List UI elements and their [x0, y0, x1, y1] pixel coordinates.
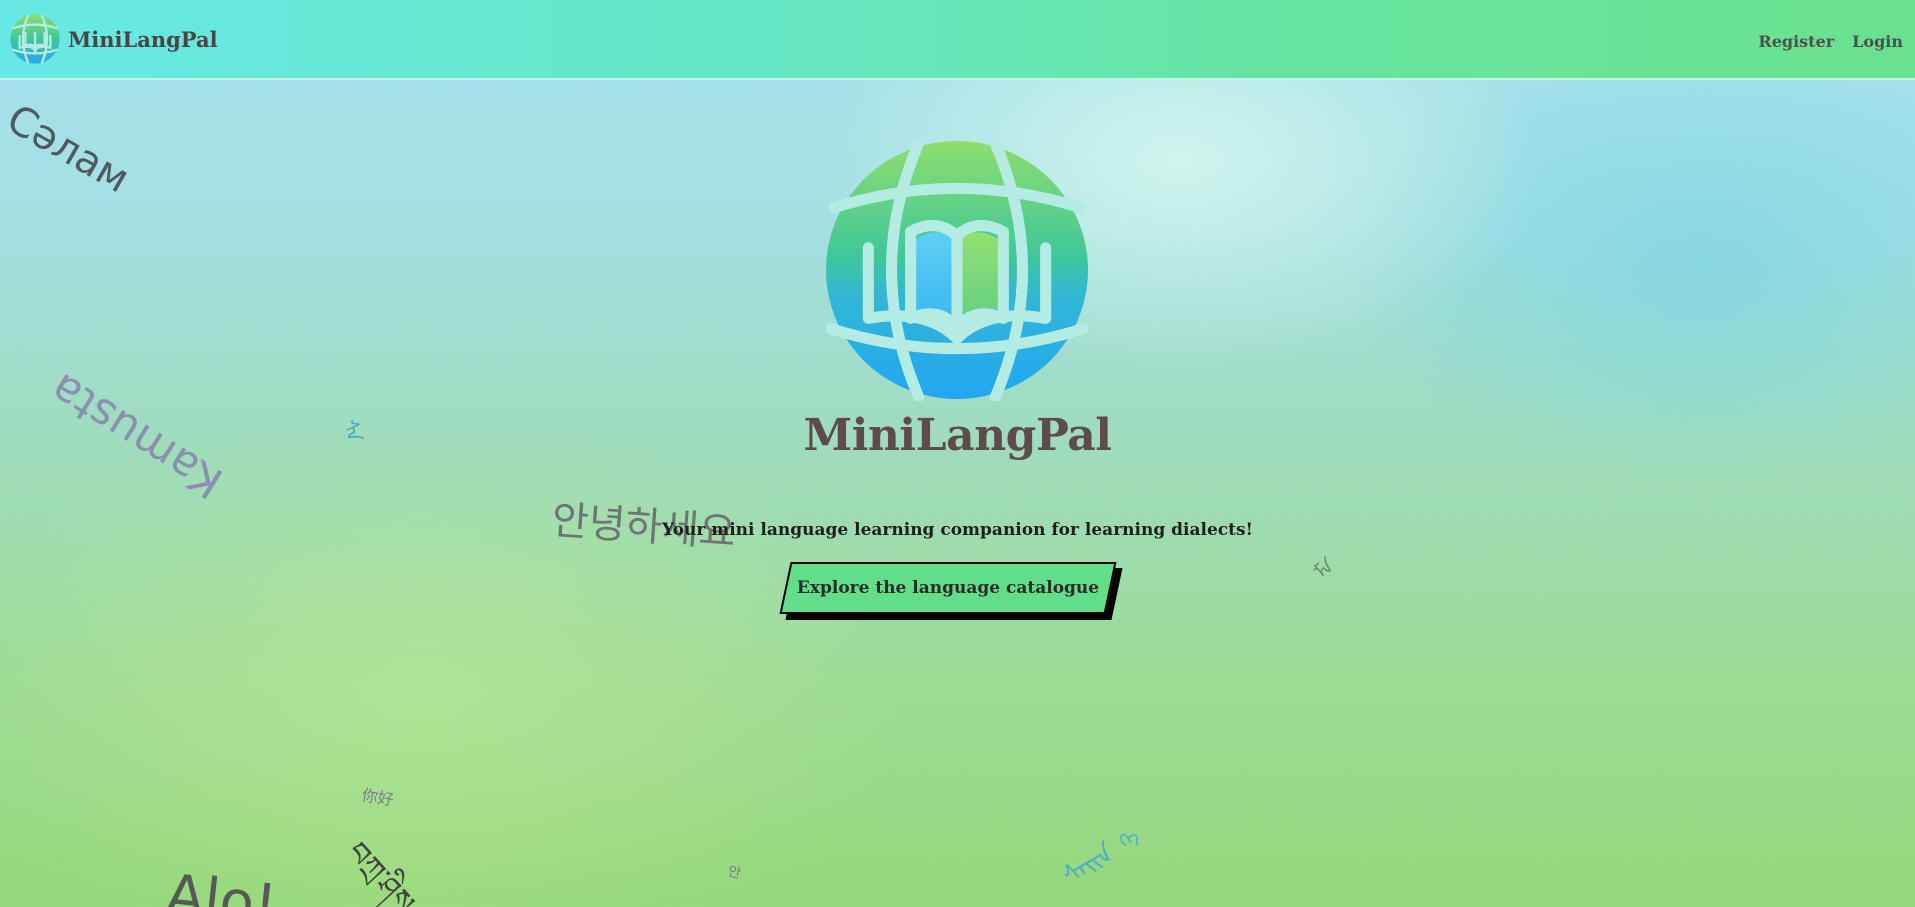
register-link[interactable]: Register	[1758, 32, 1834, 51]
explore-catalogue-button[interactable]	[779, 562, 1117, 614]
nav-links: Register Login	[1758, 32, 1903, 51]
cta-wrapper: Explore the language catalogue	[779, 562, 1125, 620]
login-link[interactable]: Login	[1852, 32, 1903, 51]
hero-section: MiniLangPal Your mini language learning …	[0, 0, 1915, 907]
page-title: MiniLangPal	[803, 410, 1112, 461]
globe-book-icon	[10, 14, 60, 64]
brand-name: MiniLangPal	[68, 26, 218, 52]
brand-home-link[interactable]: MiniLangPal	[10, 14, 218, 64]
hero-tagline: Your mini language learning companion fo…	[662, 520, 1253, 540]
globe-book-icon	[824, 137, 1090, 405]
navbar: MiniLangPal Register Login	[0, 0, 1915, 80]
